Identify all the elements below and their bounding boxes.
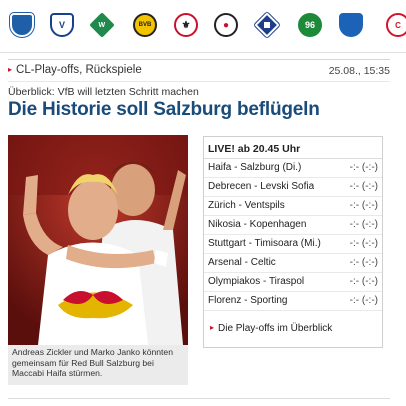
fixture-score: -:- (-:-) [349,200,378,211]
photo-caption: Andreas Zickler und Marko Janko könnten … [8,345,188,385]
freiburg-crest-icon[interactable]: ● [214,13,238,37]
koeln-crest-icon[interactable]: C [386,13,406,37]
playoffs-overview-label[interactable]: Die Play-offs im Überblick [218,323,332,334]
fixture-row[interactable]: Stuttgart - Timisoara (Mi.) -:- (-:-) [204,235,382,254]
playoffs-overview-link[interactable]: ▸ Die Play-offs im Überblick [210,323,332,334]
fixture-row[interactable]: Florenz - Sporting -:- (-:-) [204,292,382,311]
fixture-match: Haifa - Salzburg (Di.) [208,162,302,173]
fixture-score: -:- (-:-) [349,162,378,173]
fixture-score: -:- (-:-) [349,276,378,287]
club-crest-bar: V W BVB ⚜ ● 96 C [0,0,406,53]
players-celebrating-image [8,135,188,345]
section-title-label[interactable]: CL-Play-offs, Rückspiele [16,64,142,76]
live-scores-box: LIVE! ab 20.45 Uhr Haifa - Salzburg (Di.… [203,136,383,348]
fixture-match: Stuttgart - Timisoara (Mi.) [208,238,321,249]
bochum-crest-icon[interactable]: V [50,13,74,37]
section-divider [8,81,390,82]
hamburg-crest-icon[interactable] [254,12,280,38]
fixture-row[interactable]: Zürich - Ventspils -:- (-:-) [204,197,382,216]
dortmund-crest-icon[interactable]: BVB [133,13,157,37]
fixture-score: -:- (-:-) [349,257,378,268]
live-header[interactable]: LIVE! ab 20.45 Uhr [204,137,382,159]
fixture-score: -:- (-:-) [349,181,378,192]
fixture-match: Arsenal - Celtic [208,257,276,268]
fixture-score: -:- (-:-) [349,295,378,306]
fixture-row[interactable]: Debrecen - Levski Sofia -:- (-:-) [204,178,382,197]
fixture-match: Florenz - Sporting [208,295,288,306]
fixture-match: Zürich - Ventspils [208,200,285,211]
section-divider [8,59,390,60]
bottom-divider [8,398,390,399]
article-kicker: Überblick: VfB will letzten Schritt mach… [8,86,199,98]
hannover-crest-icon[interactable]: 96 [298,13,322,37]
article-headline[interactable]: Die Historie soll Salzburg beflügeln [8,99,320,121]
hoffenheim-crest-icon[interactable] [339,13,363,37]
article-photo[interactable] [8,135,188,345]
fixture-row[interactable]: Olympiakos - Tiraspol -:- (-:-) [204,273,382,292]
section-title[interactable]: ▸ CL-Play-offs, Rückspiele [8,64,142,76]
fixture-row[interactable]: Arsenal - Celtic -:- (-:-) [204,254,382,273]
fixture-list: Haifa - Salzburg (Di.) -:- (-:-) Debrecen… [204,159,382,311]
article-datetime: 25.08., 15:35 [328,65,390,77]
fixture-row[interactable]: Nikosia - Kopenhagen -:- (-:-) [204,216,382,235]
werder-crest-icon[interactable]: W [89,12,115,38]
hertha-crest-icon[interactable] [10,13,34,37]
fixture-score: -:- (-:-) [349,219,378,230]
fixture-score: -:- (-:-) [349,238,378,249]
arrow-right-icon: ▸ [210,323,215,332]
fixture-match: Debrecen - Levski Sofia [208,181,315,192]
fixture-row[interactable]: Haifa - Salzburg (Di.) -:- (-:-) [204,159,382,178]
fixture-match: Olympiakos - Tiraspol [208,276,305,287]
arrow-right-icon: ▸ [8,65,13,74]
fixture-match: Nikosia - Kopenhagen [208,219,307,230]
frankfurt-crest-icon[interactable]: ⚜ [174,13,198,37]
